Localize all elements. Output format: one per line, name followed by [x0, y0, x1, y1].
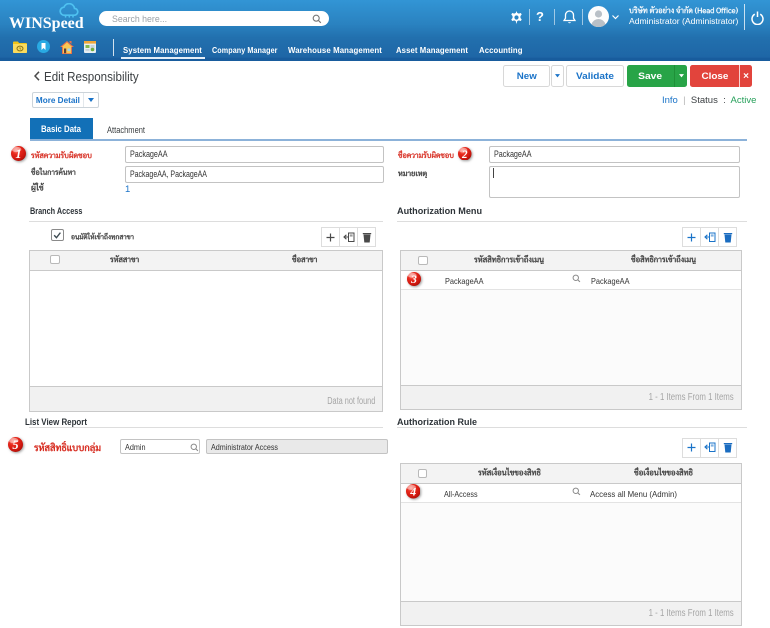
svg-text:2: 2 — [461, 148, 468, 160]
svg-text:5: 5 — [12, 438, 18, 452]
svg-text:4: 4 — [409, 485, 416, 499]
svg-text:3: 3 — [410, 274, 417, 286]
svg-text:1: 1 — [15, 147, 21, 161]
